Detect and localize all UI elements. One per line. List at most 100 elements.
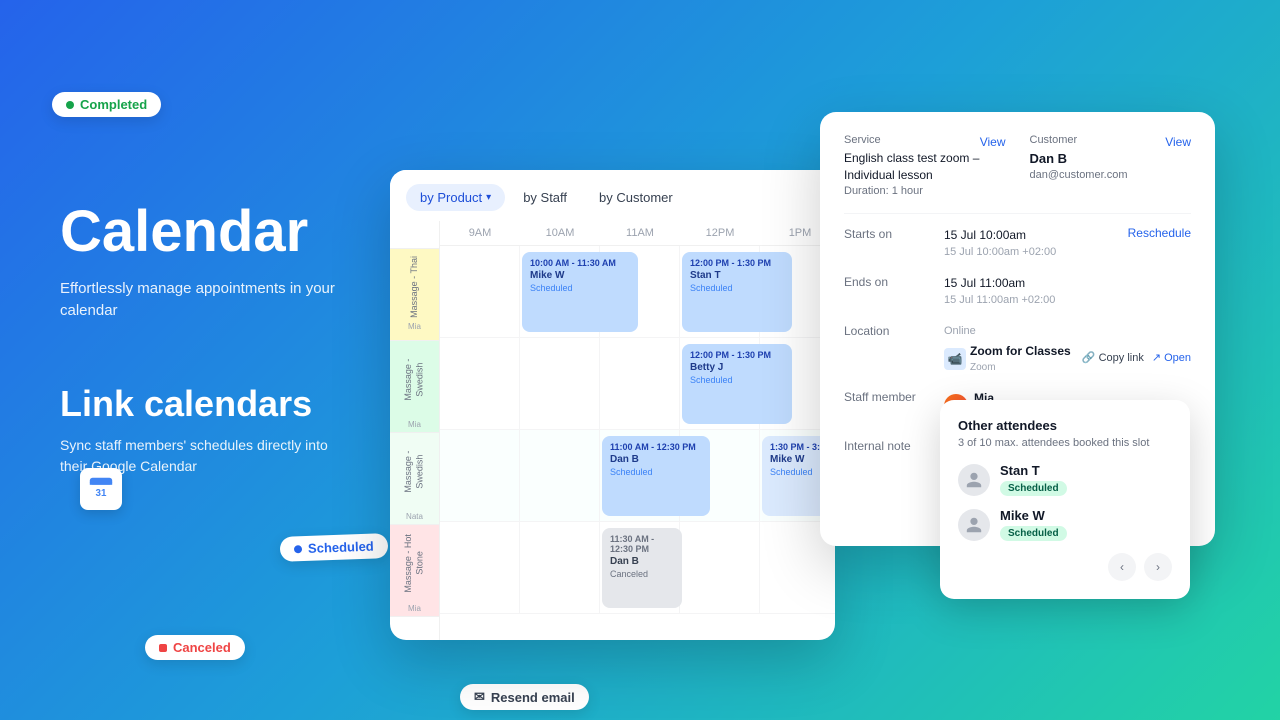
canceled-badge: Canceled: [145, 635, 245, 660]
appt-time: 12:00 PM - 1:30 PM: [690, 258, 784, 268]
appt-time: 10:00 AM - 11:30 AM: [530, 258, 630, 268]
customer-label: Customer: [1030, 134, 1078, 146]
appt-dan-b[interactable]: 11:00 AM - 12:30 PM Dan B Scheduled: [602, 436, 710, 516]
attendees-subtitle: 3 of 10 max. attendees booked this slot: [958, 437, 1172, 449]
attendees-title: Other attendees: [958, 418, 1172, 433]
cal-row-swedish-mia: 12:00 PM - 1:30 PM Betty J Scheduled: [440, 338, 835, 430]
hero-subtitle: Effortlessly manage appointments in your…: [60, 278, 340, 323]
starts-row: Starts on 15 Jul 10:00am 15 Jul 10:00am …: [844, 226, 1191, 261]
customer-name: Dan B: [1030, 150, 1192, 168]
calendar-grid: Massage - Thai Mia Massage - Swedish Mia…: [390, 221, 835, 640]
ends-tz: 15 Jul 11:00am +02:00: [944, 292, 1191, 309]
service-customer-row: Service View English class test zoom – I…: [844, 134, 1191, 197]
appt-time: 11:30 AM - 12:30 PM: [610, 534, 674, 554]
attendee-status-stan: Scheduled: [1000, 481, 1067, 496]
customer-col: Customer View Dan B dan@customer.com: [1030, 134, 1192, 197]
service-view-link[interactable]: View: [980, 135, 1006, 149]
tab-bar: by Product ▾ by Staff by Customer: [390, 170, 835, 221]
appt-status: Scheduled: [690, 283, 784, 293]
scheduled-label: Scheduled: [308, 539, 374, 556]
calendar-panel: by Product ▾ by Staff by Customer Massag…: [390, 170, 835, 640]
appt-name: Betty J: [690, 362, 784, 373]
time-10am: 10AM: [520, 227, 600, 239]
left-content: Calendar Effortlessly manage appointment…: [60, 200, 340, 477]
attendee-name-stan: Stan T: [1000, 463, 1067, 478]
reschedule-button[interactable]: Reschedule: [1128, 226, 1191, 240]
copy-link-button[interactable]: 🔗 Copy link: [1082, 350, 1144, 367]
appt-status: Canceled: [610, 569, 674, 579]
tab-product[interactable]: by Product ▾: [406, 184, 505, 211]
chevron-down-icon: ▾: [486, 192, 491, 203]
customer-view-link[interactable]: View: [1165, 135, 1191, 149]
time-12pm: 12PM: [680, 227, 760, 239]
next-button[interactable]: ›: [1144, 553, 1172, 581]
ends-label: Ends on: [844, 274, 934, 289]
appt-betty-j[interactable]: 12:00 PM - 1:30 PM Betty J Scheduled: [682, 344, 792, 424]
cal-row-hotstone-mia: 11:30 AM - 12:30 PM Dan B Canceled: [440, 522, 835, 614]
location-actions: 🔗 Copy link ↗ Open: [1082, 350, 1191, 367]
service-name: English class test zoom – Individual les…: [844, 150, 1006, 184]
canceled-dot: [159, 644, 167, 652]
starts-label: Starts on: [844, 226, 934, 241]
resend-label: Resend email: [491, 690, 575, 705]
external-link-icon: ↗: [1152, 350, 1161, 367]
ends-date: 15 Jul 11:00am: [944, 274, 1191, 292]
completed-badge: Completed: [52, 92, 161, 117]
zoom-icon: 📹: [944, 348, 966, 370]
completed-label: Completed: [80, 97, 147, 112]
service-col: Service View English class test zoom – I…: [844, 134, 1006, 197]
copy-icon: 🔗: [1082, 350, 1096, 367]
appt-status: Scheduled: [690, 375, 784, 385]
starts-tz: 15 Jul 10:00am +02:00: [944, 244, 1118, 261]
time-header: 9AM 10AM 11AM 12PM 1PM 2PM: [440, 221, 835, 246]
appt-time: 11:00 AM - 12:30 PM: [610, 442, 702, 452]
starts-date: 15 Jul 10:00am: [944, 226, 1118, 244]
row-labels: Massage - Thai Mia Massage - Swedish Mia…: [390, 221, 440, 640]
appt-stan-t-thai[interactable]: 12:00 PM - 1:30 PM Stan T Scheduled: [682, 252, 792, 332]
resend-icon: ✉: [474, 689, 485, 705]
tab-staff[interactable]: by Staff: [509, 184, 581, 211]
attendee-status-mike: Scheduled: [1000, 526, 1067, 541]
note-label: Internal note: [844, 438, 934, 453]
row-label-hotstone: Massage - Hot Stone Mia: [390, 525, 439, 617]
appt-time: 12:00 PM - 1:30 PM: [690, 350, 784, 360]
prev-button[interactable]: ‹: [1108, 553, 1136, 581]
row-label-swedish-mia: Massage - Swedish Mia: [390, 341, 439, 433]
tab-customer[interactable]: by Customer: [585, 184, 687, 211]
row-label-swedish-nata: Massage - Swedish Nata: [390, 433, 439, 525]
customer-email: dan@customer.com: [1030, 169, 1192, 181]
time-11am: 11AM: [600, 227, 680, 239]
link-title: Link calendars: [60, 383, 340, 425]
appt-mike-w-thai[interactable]: 10:00 AM - 11:30 AM Mike W Scheduled: [522, 252, 638, 332]
nav-buttons: ‹ ›: [958, 553, 1172, 581]
appt-name: Dan B: [610, 556, 674, 567]
appt-name: Stan T: [690, 270, 784, 281]
link-subtitle: Sync staff members' schedules directly i…: [60, 435, 340, 477]
location-name: Zoom for Classes: [970, 342, 1071, 360]
location-row: Location Online 📹 Zoom for Classes Zoom …: [844, 323, 1191, 376]
appt-name: Mike W: [530, 270, 630, 281]
row-label-thai: Massage - Thai Mia: [390, 249, 439, 341]
completed-dot: [66, 101, 74, 109]
ends-row: Ends on 15 Jul 11:00am 15 Jul 11:00am +0…: [844, 274, 1191, 309]
location-zoom: Zoom: [970, 360, 1071, 375]
open-button[interactable]: ↗ Open: [1152, 350, 1191, 367]
calendar-main: 9AM 10AM 11AM 12PM 1PM 2PM: [440, 221, 835, 640]
service-duration: Duration: 1 hour: [844, 185, 1006, 197]
location-type: Online: [944, 323, 1191, 340]
attendee-avatar-stan: [958, 464, 990, 496]
resend-email-badge[interactable]: ✉ Resend email: [460, 684, 589, 710]
staff-label: Staff member: [844, 389, 934, 404]
calendar-rows: 10:00 AM - 11:30 AM Mike W Scheduled 12:…: [440, 246, 835, 614]
main-title: Calendar: [60, 200, 340, 264]
attendees-popup: Other attendees 3 of 10 max. attendees b…: [940, 400, 1190, 599]
location-label: Location: [844, 323, 934, 338]
service-label: Service: [844, 134, 881, 146]
divider: [844, 213, 1191, 214]
attendee-avatar-mike: [958, 509, 990, 541]
appt-status: Scheduled: [530, 283, 630, 293]
cal-row-thai-mia: 10:00 AM - 11:30 AM Mike W Scheduled 12:…: [440, 246, 835, 338]
appt-dan-b-canceled[interactable]: 11:30 AM - 12:30 PM Dan B Canceled: [602, 528, 682, 608]
cal-row-swedish-nata: 11:00 AM - 12:30 PM Dan B Scheduled 1:30…: [440, 430, 835, 522]
canceled-label: Canceled: [173, 640, 231, 655]
